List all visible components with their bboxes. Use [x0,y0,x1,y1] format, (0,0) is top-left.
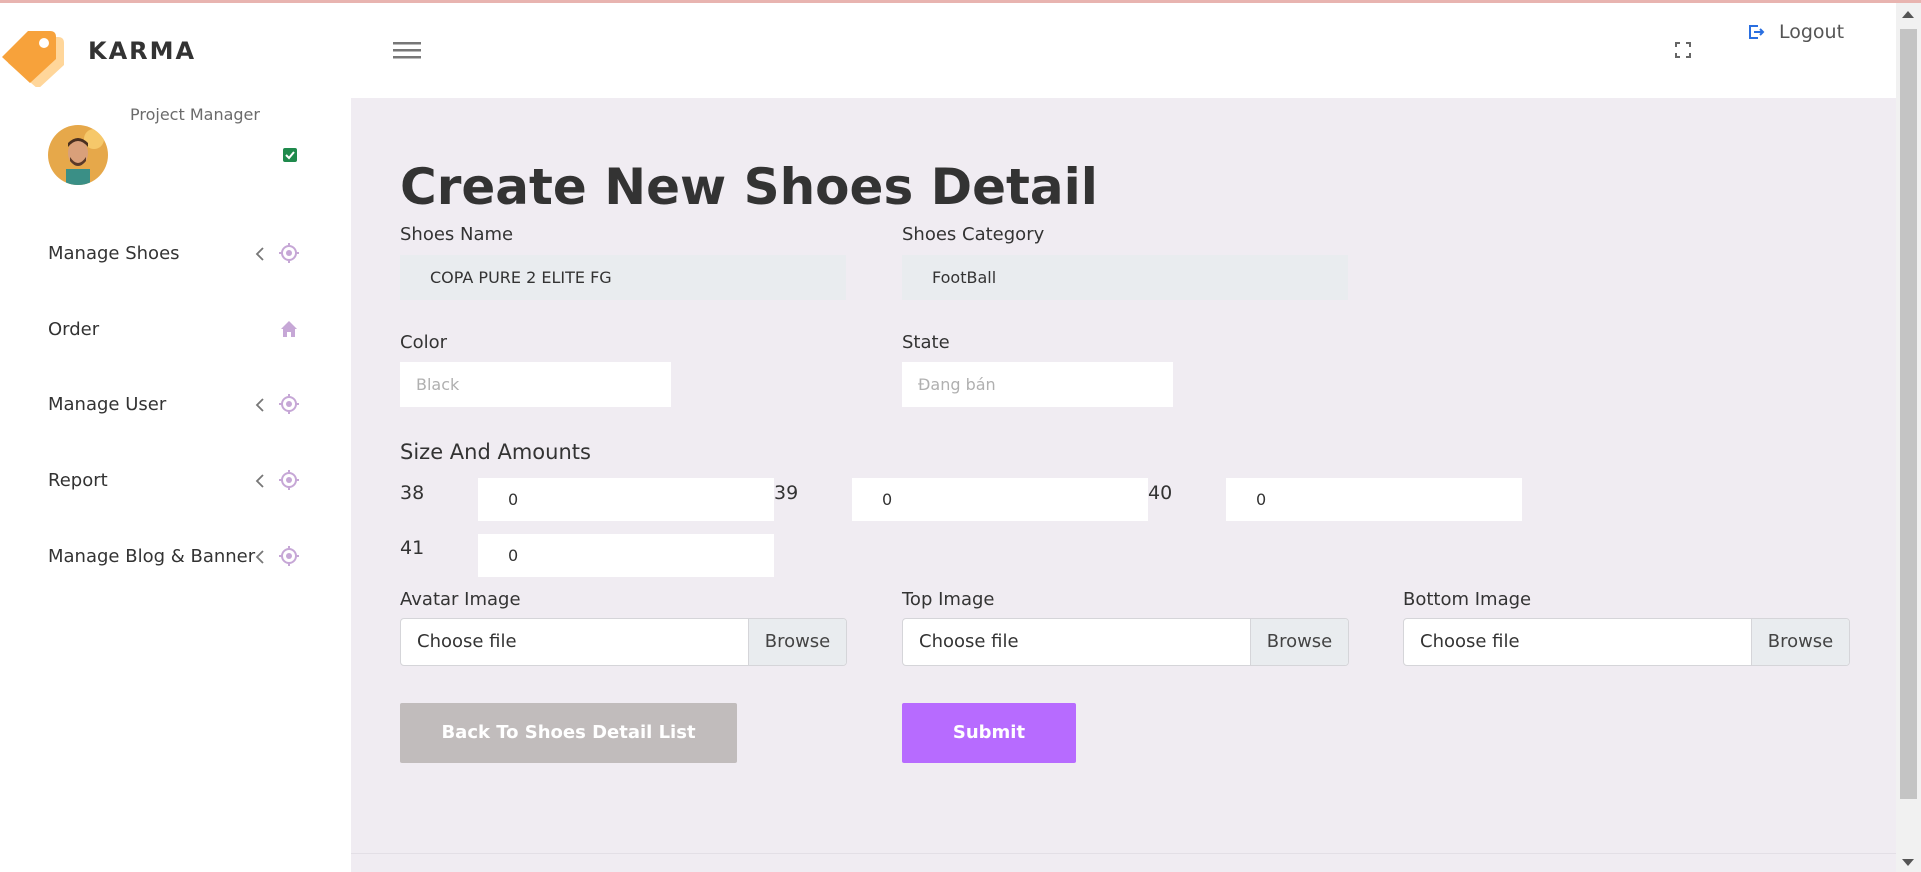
home-icon [281,321,297,337]
logout-label: Logout [1779,21,1845,43]
chevron-left-icon [255,247,264,261]
size-label: 38 [400,482,425,504]
color-label: Color [400,332,447,353]
sidebar-item-label: Manage Blog & Banner [48,546,256,567]
browse-button[interactable]: Browse [1751,619,1849,665]
logout-icon [1749,25,1765,39]
bottom-image-file-input[interactable]: Choose file Browse [1403,618,1850,666]
chevron-left-icon [255,550,264,564]
file-placeholder: Choose file [1420,631,1520,652]
shoes-name-label: Shoes Name [400,224,514,245]
size-label: 39 [774,482,799,504]
hamburger-menu-icon[interactable] [393,40,421,60]
vertical-scrollbar[interactable] [1896,3,1921,872]
file-placeholder: Choose file [919,631,1019,652]
sidebar-item-manage-shoes[interactable]: Manage Shoes [48,241,308,269]
browse-button[interactable]: Browse [1250,619,1348,665]
file-placeholder: Choose file [417,631,517,652]
brand-name: KARMA [88,37,197,65]
size-amount-input[interactable] [478,478,774,521]
page-title: Create New Shoes Detail [400,158,1098,216]
avatar-image [48,125,108,185]
top-image-label: Top Image [902,589,995,610]
size-label: 40 [1148,482,1173,504]
shoes-category-field: FootBall [902,255,1348,300]
avatar-image-label: Avatar Image [400,589,521,610]
sidebar-item-label: Manage User [48,394,167,415]
sidebar-item-manage-user[interactable]: Manage User [48,392,308,420]
size-amount-input[interactable] [478,534,774,577]
crosshair-icon [279,394,299,414]
crosshair-icon [279,470,299,490]
footer [351,854,1896,872]
size-amount-input[interactable] [1226,478,1522,521]
scroll-up-arrow-icon[interactable] [1902,11,1914,18]
chevron-left-icon [255,398,264,412]
color-input[interactable] [400,362,671,407]
sidebar-item-manage-blog-banner[interactable]: Manage Blog & Banner [48,544,308,572]
crosshair-icon [279,243,299,263]
logo-icon [2,31,64,87]
browse-button[interactable]: Browse [748,619,846,665]
verified-badge-icon [283,148,297,162]
shoes-category-label: Shoes Category [902,224,1045,245]
scrollbar-thumb[interactable] [1900,29,1917,799]
state-input[interactable] [902,362,1173,407]
state-label: State [902,332,950,353]
shoes-name-field: COPA PURE 2 ELITE FG [400,255,846,300]
sidebar-item-label: Manage Shoes [48,243,180,264]
sidebar-item-report[interactable]: Report [48,468,308,496]
sidebar-item-order[interactable]: Order [48,317,308,345]
sidebar: KARMA Project Manager Manage Shoes Order… [0,3,351,872]
top-header: Logout [351,3,1896,98]
size-amount-input[interactable] [852,478,1148,521]
sidebar-item-label: Report [48,470,108,491]
top-image-file-input[interactable]: Choose file Browse [902,618,1349,666]
fullscreen-icon[interactable] [1674,41,1692,59]
size-label: 41 [400,537,425,559]
size-amounts-heading: Size And Amounts [400,440,591,464]
sidebar-item-label: Order [48,319,100,340]
back-to-list-button[interactable]: Back To Shoes Detail List [400,703,737,763]
avatar[interactable] [48,125,108,185]
crosshair-icon [279,546,299,566]
submit-button[interactable]: Submit [902,703,1076,763]
avatar-image-file-input[interactable]: Choose file Browse [400,618,847,666]
chevron-left-icon [255,474,264,488]
user-role: Project Manager [130,105,260,124]
scroll-down-arrow-icon[interactable] [1902,859,1914,866]
bottom-image-label: Bottom Image [1403,589,1532,610]
